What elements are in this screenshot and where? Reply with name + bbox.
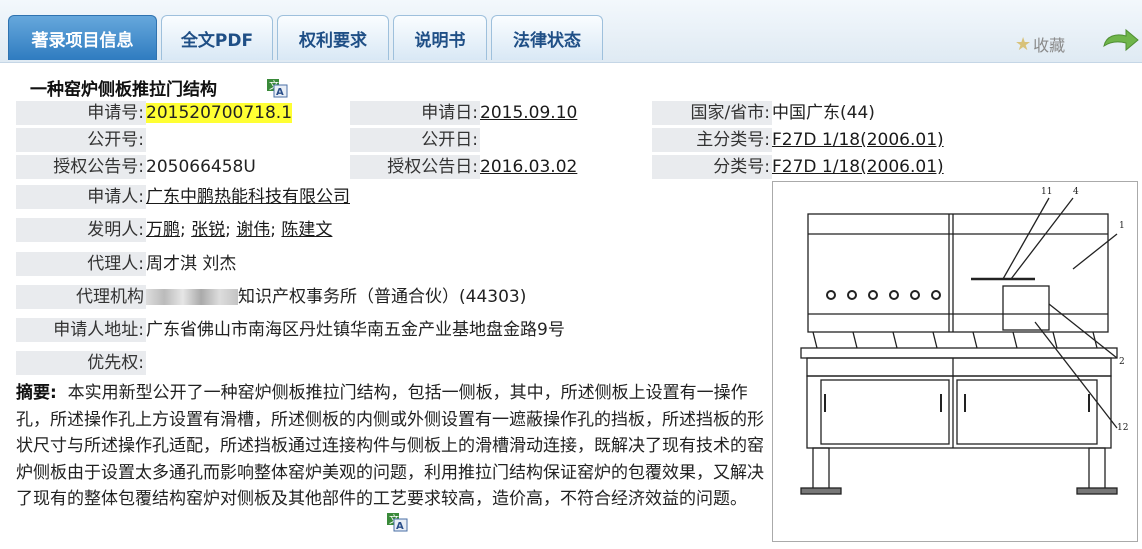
agent-label: 代理人: [16, 252, 146, 276]
country-value: 中国广东(44) [772, 103, 875, 123]
abstract: 摘要: 本实用新型公开了一种窑炉侧板推拉门结构，包括一侧板，其中，所述侧板上设置… [16, 380, 764, 513]
star-icon: ★ [1015, 33, 1032, 55]
priority-label: 优先权: [16, 351, 146, 375]
applicant-link[interactable]: 广东中鹏热能科技有限公司 [146, 185, 350, 209]
grant-date-label: 授权公告日: [350, 155, 480, 179]
app-no-value: 201520700718.1 [146, 103, 293, 123]
redacted-block [146, 289, 238, 305]
tab-bibliographic[interactable]: 著录项目信息 [8, 15, 157, 60]
app-date-label: 申请日: [350, 101, 480, 125]
tab-description[interactable]: 说明书 [393, 15, 487, 60]
svg-text:A: A [396, 521, 404, 532]
tab-full-pdf[interactable]: 全文PDF [161, 15, 273, 60]
inventor-link[interactable]: 谢伟 [236, 220, 270, 240]
inventor-list: 万鹏; 张锐; 谢伟; 陈建文 [146, 220, 333, 240]
kiln-drawing-image: 11 4 1 2 12 [800, 187, 1128, 495]
app-date-link[interactable]: 2015.09.10 [480, 101, 577, 125]
inventor-label: 发明人: [16, 218, 146, 242]
drawing-label: 4 [1073, 187, 1079, 197]
grant-no-value: 205066458U [146, 157, 256, 177]
drawing-label: 1 [1119, 221, 1125, 231]
agency-label: 代理机构 [16, 285, 146, 309]
drawing-label: 2 [1119, 357, 1125, 367]
grant-no-label: 授权公告号: [16, 155, 146, 179]
address-value: 广东省佛山市南海区丹灶镇华南五金产业基地盘金路9号 [146, 320, 565, 340]
grant-date-link[interactable]: 2016.03.02 [480, 155, 577, 179]
address-label: 申请人地址: [16, 318, 146, 342]
abstract-text: 本实用新型公开了一种窑炉侧板推拉门结构，包括一侧板，其中，所述侧板上设置有一操作… [16, 383, 764, 509]
pub-no-label: 公开号: [16, 128, 146, 152]
country-label: 国家/省市: [652, 101, 772, 125]
tab-bar: 著录项目信息 全文PDF 权利要求 说明书 法律状态 ★ 收藏 [0, 0, 1142, 63]
main-class-label: 主分类号: [652, 128, 772, 152]
svg-text:A: A [276, 87, 284, 98]
main-class-link[interactable]: F27D 1/18(2006.01) [772, 128, 944, 152]
agent-value: 周才淇 刘杰 [146, 254, 237, 274]
class-link[interactable]: F27D 1/18(2006.01) [772, 155, 944, 179]
patent-drawing[interactable]: 11 4 1 2 12 [772, 181, 1138, 542]
drawing-label: 12 [1117, 423, 1128, 433]
pub-date-label: 公开日: [350, 128, 480, 152]
inventor-link[interactable]: 陈建文 [281, 220, 332, 240]
class-label: 分类号: [652, 155, 772, 179]
favorite-label: 收藏 [1033, 36, 1066, 55]
share-arrow-icon[interactable] [1100, 28, 1140, 56]
translate-icon[interactable]: 文 A [266, 78, 288, 98]
translate-abstract-icon[interactable]: 文 A [386, 512, 408, 532]
tab-legal-status[interactable]: 法律状态 [491, 15, 603, 60]
agency-value: 知识产权事务所（普通合伙）(44303) [146, 285, 526, 309]
favorite-button[interactable]: ★ 收藏 [1015, 32, 1065, 56]
page-title: 一种窑炉侧板推拉门结构 [30, 80, 217, 100]
inventor-link[interactable]: 张锐 [191, 220, 225, 240]
tab-claims[interactable]: 权利要求 [277, 15, 389, 60]
applicant-label: 申请人: [16, 185, 146, 209]
abstract-label: 摘要: [16, 383, 57, 403]
drawing-label: 11 [1041, 187, 1052, 197]
inventor-link[interactable]: 万鹏 [146, 220, 180, 240]
app-no-label: 申请号: [16, 101, 146, 125]
